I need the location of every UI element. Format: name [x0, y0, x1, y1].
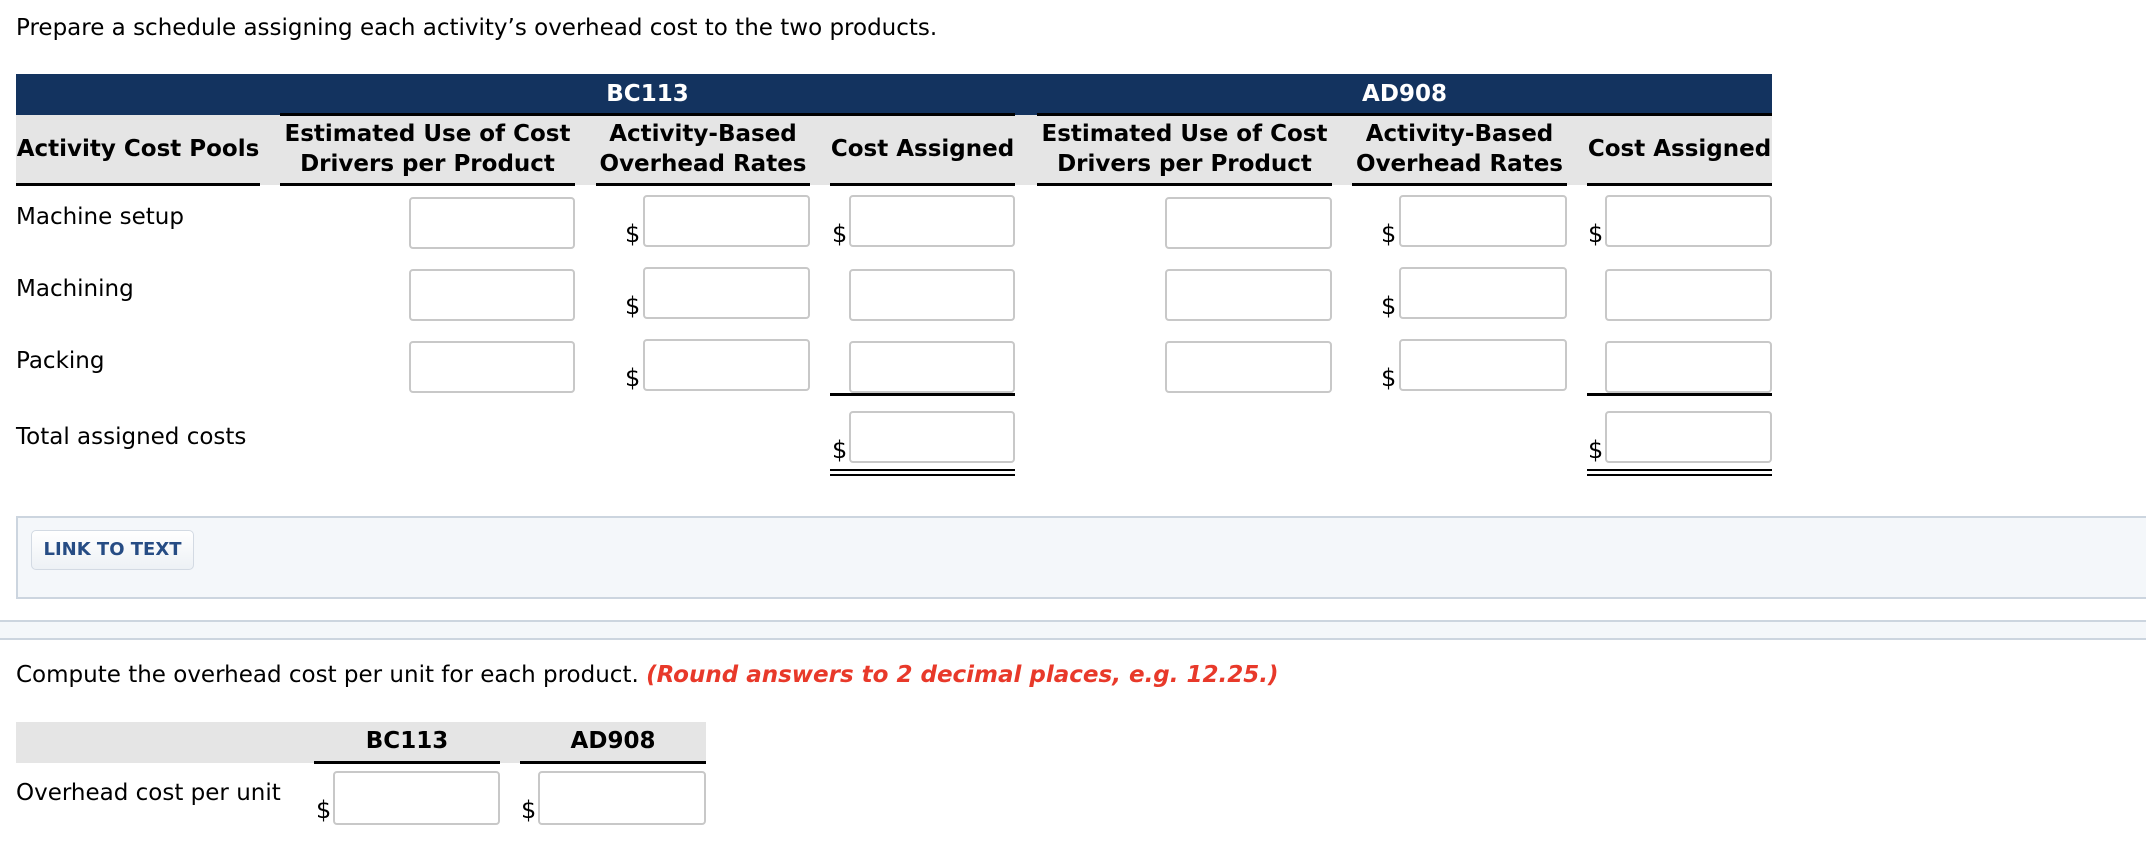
- ad908-machine-setup-est-use-input[interactable]: [1165, 197, 1332, 249]
- row-label-packing: Packing: [16, 348, 105, 374]
- col-header-bc113-rates: Activity-Based Overhead Rates: [599, 121, 807, 177]
- col-header-bc113-est-use: Estimated Use of Cost Drivers per Produc…: [284, 121, 571, 177]
- column-underline: [16, 183, 260, 186]
- bc113-total-cost-input[interactable]: [849, 411, 1015, 463]
- bc113-machine-setup-rate-input[interactable]: [643, 195, 810, 247]
- column-underline: [596, 183, 810, 186]
- dollar-sign: $: [832, 436, 848, 464]
- double-underline: [830, 474, 1015, 476]
- ad908-packing-rate-input[interactable]: [1399, 339, 1567, 391]
- ad908-machine-setup-rate-input[interactable]: [1399, 195, 1567, 247]
- col-header-bc113-cost: Cost Assigned: [830, 136, 1015, 162]
- bc113-packing-rate-input[interactable]: [643, 339, 810, 391]
- ad908-machining-rate-input[interactable]: [1399, 267, 1567, 319]
- ad908-machining-est-use-input[interactable]: [1165, 269, 1332, 321]
- compute-instruction-text: Compute the overhead cost per unit for e…: [16, 662, 639, 688]
- dollar-sign: $: [1588, 436, 1604, 464]
- column-underline: [280, 183, 575, 186]
- bc113-packing-est-use-input[interactable]: [409, 341, 575, 393]
- ad908-machine-setup-cost-input[interactable]: [1605, 195, 1772, 247]
- column-underline: [830, 183, 1015, 186]
- column-underline: [1037, 183, 1332, 186]
- dollar-sign: $: [832, 220, 848, 248]
- row-label-machine-setup: Machine setup: [16, 204, 184, 230]
- column-underline: [314, 761, 500, 764]
- dollar-sign: $: [1381, 364, 1397, 392]
- double-underline: [1587, 469, 1772, 471]
- column-underline: [1352, 183, 1567, 186]
- bc113-machining-rate-input[interactable]: [643, 267, 810, 319]
- column-underline: [520, 761, 706, 764]
- subtotal-line: [830, 393, 1015, 396]
- column-underline: [1587, 183, 1772, 186]
- bc113-machining-est-use-input[interactable]: [409, 269, 575, 321]
- dollar-sign: $: [1381, 292, 1397, 320]
- bc113-machining-cost-input[interactable]: [849, 269, 1015, 321]
- instruction-text: Prepare a schedule assigning each activi…: [16, 15, 938, 41]
- row-label-total-assigned-costs: Total assigned costs: [16, 424, 247, 450]
- bc113-packing-cost-input[interactable]: [849, 341, 1015, 393]
- link-to-text-button[interactable]: LINK TO TEXT: [31, 530, 194, 570]
- link-to-text-panel: [16, 516, 2146, 599]
- group-header-bc113: BC113: [606, 81, 689, 107]
- row-label-overhead-cost-per-unit: Overhead cost per unit: [16, 780, 281, 806]
- ad908-packing-est-use-input[interactable]: [1165, 341, 1332, 393]
- section-divider: [0, 620, 2146, 640]
- dollar-sign: $: [521, 796, 537, 824]
- double-underline: [1587, 474, 1772, 476]
- ad908-overhead-per-unit-input[interactable]: [538, 771, 706, 825]
- unit-cost-col-ad908: AD908: [570, 728, 656, 754]
- dollar-sign: $: [625, 364, 641, 392]
- col-header-ad908-est-use: Estimated Use of Cost Drivers per Produc…: [1041, 121, 1328, 177]
- group-header-ad908: AD908: [1362, 81, 1447, 107]
- col-header-ad908-rates: Activity-Based Overhead Rates: [1356, 121, 1563, 177]
- dollar-sign: $: [316, 796, 332, 824]
- col-header-activity-cost-pools: Activity Cost Pools: [16, 136, 260, 162]
- ad908-packing-cost-input[interactable]: [1605, 341, 1772, 393]
- double-underline: [830, 469, 1015, 471]
- unit-cost-col-bc113: BC113: [365, 728, 449, 754]
- ad908-total-cost-input[interactable]: [1605, 411, 1772, 463]
- row-label-machining: Machining: [16, 276, 134, 302]
- dollar-sign: $: [625, 220, 641, 248]
- subtotal-line: [1587, 393, 1772, 396]
- compute-instruction: Compute the overhead cost per unit for e…: [16, 662, 1279, 688]
- col-header-ad908-cost: Cost Assigned: [1587, 136, 1772, 162]
- bc113-machine-setup-est-use-input[interactable]: [409, 197, 575, 249]
- rounding-note: (Round answers to 2 decimal places, e.g.…: [646, 662, 1279, 688]
- dollar-sign: $: [1381, 220, 1397, 248]
- dollar-sign: $: [625, 292, 641, 320]
- bc113-overhead-per-unit-input[interactable]: [333, 771, 500, 825]
- bc113-machine-setup-cost-input[interactable]: [849, 195, 1015, 247]
- dollar-sign: $: [1588, 220, 1604, 248]
- ad908-machining-cost-input[interactable]: [1605, 269, 1772, 321]
